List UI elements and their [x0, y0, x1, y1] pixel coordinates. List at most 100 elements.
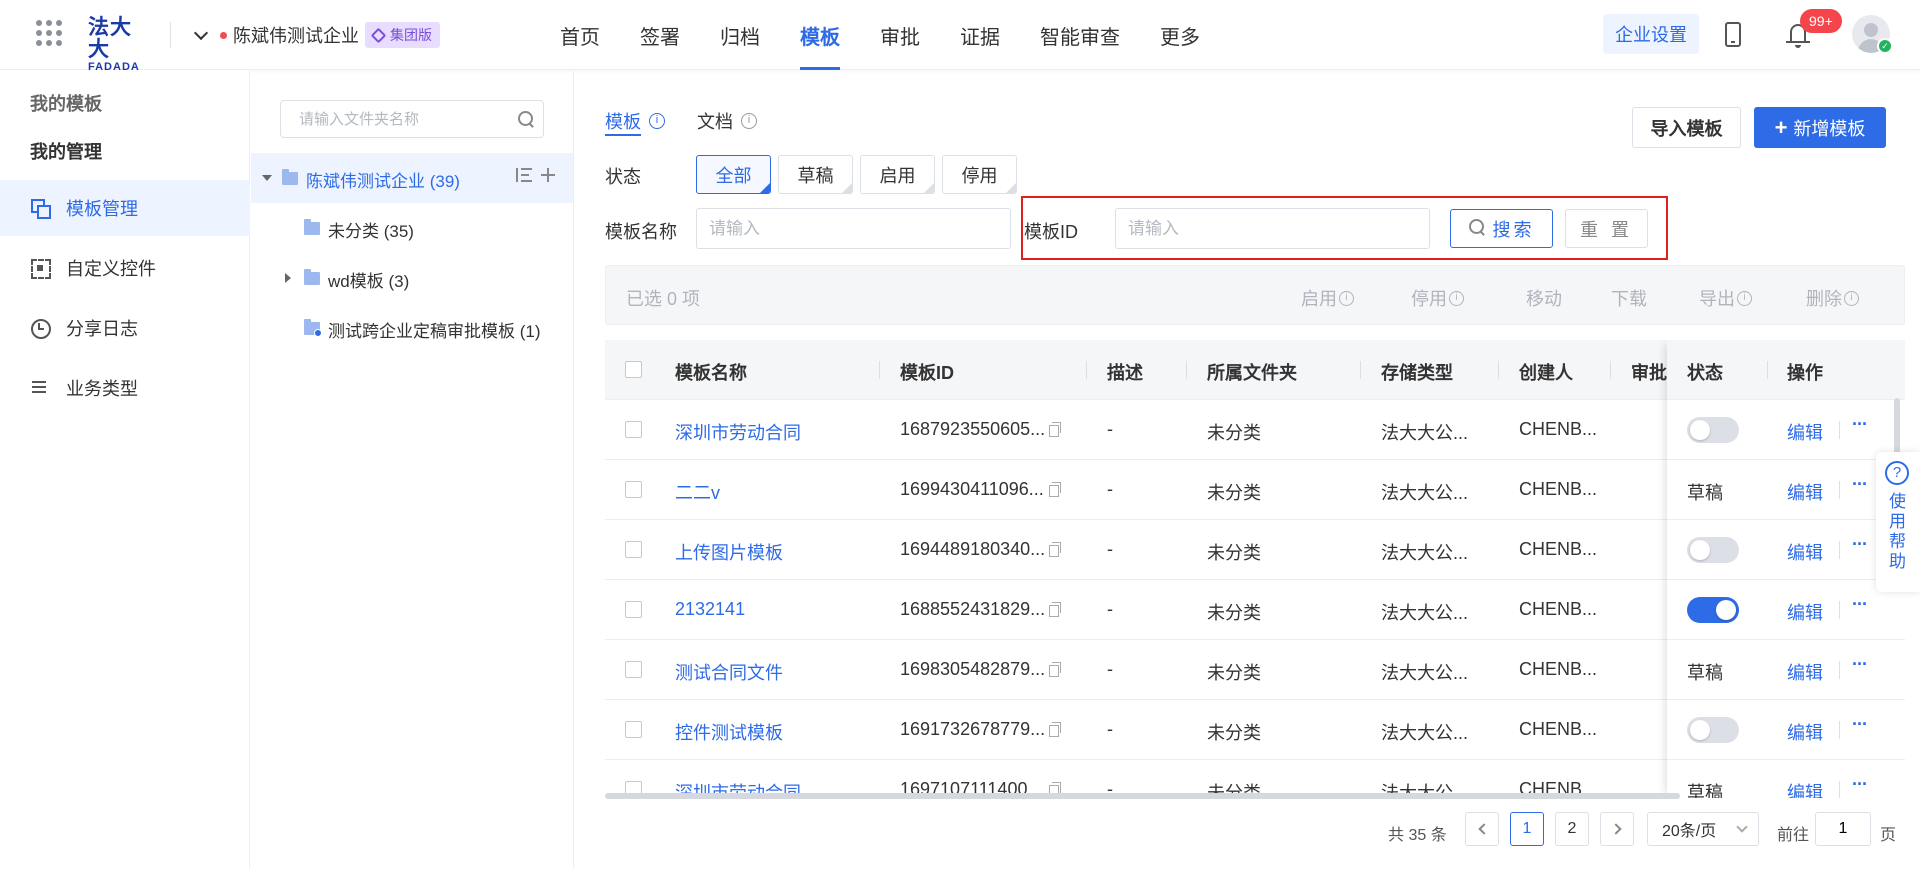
row-checkbox[interactable] — [625, 661, 642, 678]
more-actions-icon[interactable]: ··· — [1852, 474, 1868, 495]
more-actions-icon[interactable]: ··· — [1852, 534, 1868, 555]
row-checkbox[interactable] — [625, 481, 642, 498]
prev-page-button[interactable] — [1465, 812, 1499, 846]
mobile-icon[interactable] — [1725, 22, 1741, 47]
page-size-select[interactable]: 20条/页 — [1647, 812, 1759, 846]
status-toggle[interactable] — [1687, 537, 1739, 563]
select-all-checkbox[interactable] — [625, 361, 642, 378]
status-disabled-button[interactable]: 停用 — [942, 155, 1017, 194]
bulk-enable-button[interactable]: 启用 i — [1301, 285, 1354, 311]
bulk-disable-button[interactable]: 停用 i — [1411, 285, 1464, 311]
row-checkbox[interactable] — [625, 601, 642, 618]
status-toggle[interactable] — [1687, 717, 1739, 743]
enterprise-settings-button[interactable]: 企业设置 — [1603, 14, 1699, 54]
copy-icon[interactable] — [1049, 602, 1061, 617]
sidebar-item-template-management[interactable]: 模板管理 — [0, 180, 250, 236]
sort-icon[interactable] — [516, 168, 532, 182]
search-button[interactable]: 搜索 — [1450, 209, 1553, 248]
template-id-input[interactable] — [1116, 209, 1429, 248]
row-checkbox[interactable] — [625, 721, 642, 738]
goto-page-input[interactable] — [1816, 813, 1870, 845]
nav-evidence[interactable]: 证据 — [940, 0, 1020, 70]
bulk-move-button[interactable]: 移动 — [1526, 285, 1562, 311]
status-toggle[interactable] — [1687, 597, 1739, 623]
more-actions-icon[interactable]: ··· — [1852, 654, 1868, 675]
row-checkbox[interactable] — [625, 421, 642, 438]
folder-cell: 未分类 — [1207, 543, 1261, 563]
template-name-link[interactable]: 二二v — [675, 479, 720, 505]
copy-icon[interactable] — [1049, 542, 1061, 557]
info-icon: i — [1844, 290, 1859, 306]
template-name-label: 模板名称 — [605, 222, 677, 242]
nav-home[interactable]: 首页 — [540, 0, 620, 70]
edit-link[interactable]: 编辑 — [1787, 599, 1823, 625]
template-name-link[interactable]: 控件测试模板 — [675, 719, 783, 745]
new-template-button[interactable]: + 新增模板 — [1754, 107, 1886, 148]
status-toggle[interactable] — [1687, 417, 1739, 443]
nav-archive[interactable]: 归档 — [700, 0, 780, 70]
copy-icon[interactable] — [1049, 482, 1061, 497]
sidebar-item-custom-control[interactable]: 自定义控件 — [0, 240, 250, 296]
info-icon[interactable]: i — [649, 113, 665, 129]
page-2-button[interactable]: 2 — [1555, 812, 1589, 846]
nav-template[interactable]: 模板 — [780, 0, 860, 70]
next-page-button[interactable] — [1600, 812, 1634, 846]
caret-right-icon[interactable] — [285, 273, 291, 283]
edit-link[interactable]: 编辑 — [1787, 479, 1823, 505]
more-actions-icon[interactable]: ··· — [1852, 594, 1868, 615]
sidebar-title-my-templates[interactable]: 我的模板 — [30, 90, 102, 116]
status-enabled-button[interactable]: 启用 — [860, 155, 935, 194]
nav-sign[interactable]: 签署 — [620, 0, 700, 70]
sidebar-item-share-log[interactable]: 分享日志 — [0, 300, 250, 356]
template-name-link[interactable]: 深圳市劳动合同 — [675, 419, 801, 445]
copy-icon[interactable] — [1049, 422, 1061, 437]
template-name-link[interactable]: 上传图片模板 — [675, 539, 783, 565]
nav-more[interactable]: 更多 — [1140, 0, 1220, 70]
nav-approval[interactable]: 审批 — [860, 0, 940, 70]
more-actions-icon[interactable]: ··· — [1852, 414, 1868, 435]
bulk-download-button[interactable]: 下载 — [1611, 285, 1647, 311]
folder-cell: 未分类 — [1207, 423, 1261, 443]
more-actions-icon[interactable]: ··· — [1852, 774, 1868, 795]
folder-tree-item[interactable]: 未分类 (35) — [251, 203, 573, 253]
edit-link[interactable]: 编辑 — [1787, 539, 1823, 565]
company-switcher[interactable]: 陈斌伟测试企业 集团版 — [193, 20, 440, 50]
chevron-down-icon — [1736, 821, 1748, 833]
edit-link[interactable]: 编辑 — [1787, 419, 1823, 445]
folder-tree-item[interactable]: wd模板 (3) — [251, 253, 573, 303]
fadada-logo[interactable]: 法大大 FADADA — [88, 17, 150, 74]
caret-down-icon[interactable] — [262, 175, 272, 181]
more-actions-icon[interactable]: ··· — [1852, 714, 1868, 735]
copy-icon[interactable] — [1049, 722, 1061, 737]
folder-tree-item[interactable]: 测试跨企业定稿审批模板 (1) — [251, 303, 573, 353]
info-icon[interactable]: i — [741, 113, 757, 129]
edit-link[interactable]: 编辑 — [1787, 719, 1823, 745]
nav-smart-review[interactable]: 智能审查 — [1020, 0, 1140, 70]
status-draft-button[interactable]: 草稿 — [778, 155, 853, 194]
tab-template[interactable]: 模板 i — [605, 108, 665, 134]
edit-link[interactable]: 编辑 — [1787, 659, 1823, 685]
row-checkbox[interactable] — [625, 541, 642, 558]
edit-link[interactable]: 编辑 — [1787, 779, 1823, 798]
page-1-button[interactable]: 1 — [1510, 812, 1544, 846]
verified-check-icon: ✓ — [1877, 38, 1893, 54]
template-name-link[interactable]: 2132141 — [675, 599, 745, 620]
reset-button[interactable]: 重 置 — [1565, 209, 1648, 248]
bulk-export-button[interactable]: 导出 i — [1699, 285, 1752, 311]
status-all-button[interactable]: 全部 — [696, 155, 771, 194]
storage-type-cell: 法大大公... — [1381, 423, 1469, 443]
bulk-delete-button[interactable]: 删除 i — [1806, 285, 1859, 311]
app-grid-icon[interactable] — [36, 20, 62, 46]
sidebar-item-business-type[interactable]: 业务类型 — [0, 360, 250, 416]
copy-icon[interactable] — [1049, 662, 1061, 677]
horizontal-scrollbar[interactable] — [605, 793, 1680, 799]
help-button[interactable]: ? 使用帮助 — [1876, 452, 1920, 592]
tab-document[interactable]: 文档 i — [697, 108, 757, 134]
search-icon[interactable] — [518, 111, 534, 127]
template-name-link[interactable]: 测试合同文件 — [675, 659, 783, 685]
folder-search-input[interactable] — [281, 101, 511, 137]
template-name-input[interactable] — [697, 209, 1010, 248]
shared-folder-icon — [304, 319, 322, 337]
add-folder-icon[interactable] — [541, 168, 555, 182]
import-template-button[interactable]: 导入模板 — [1632, 107, 1741, 148]
